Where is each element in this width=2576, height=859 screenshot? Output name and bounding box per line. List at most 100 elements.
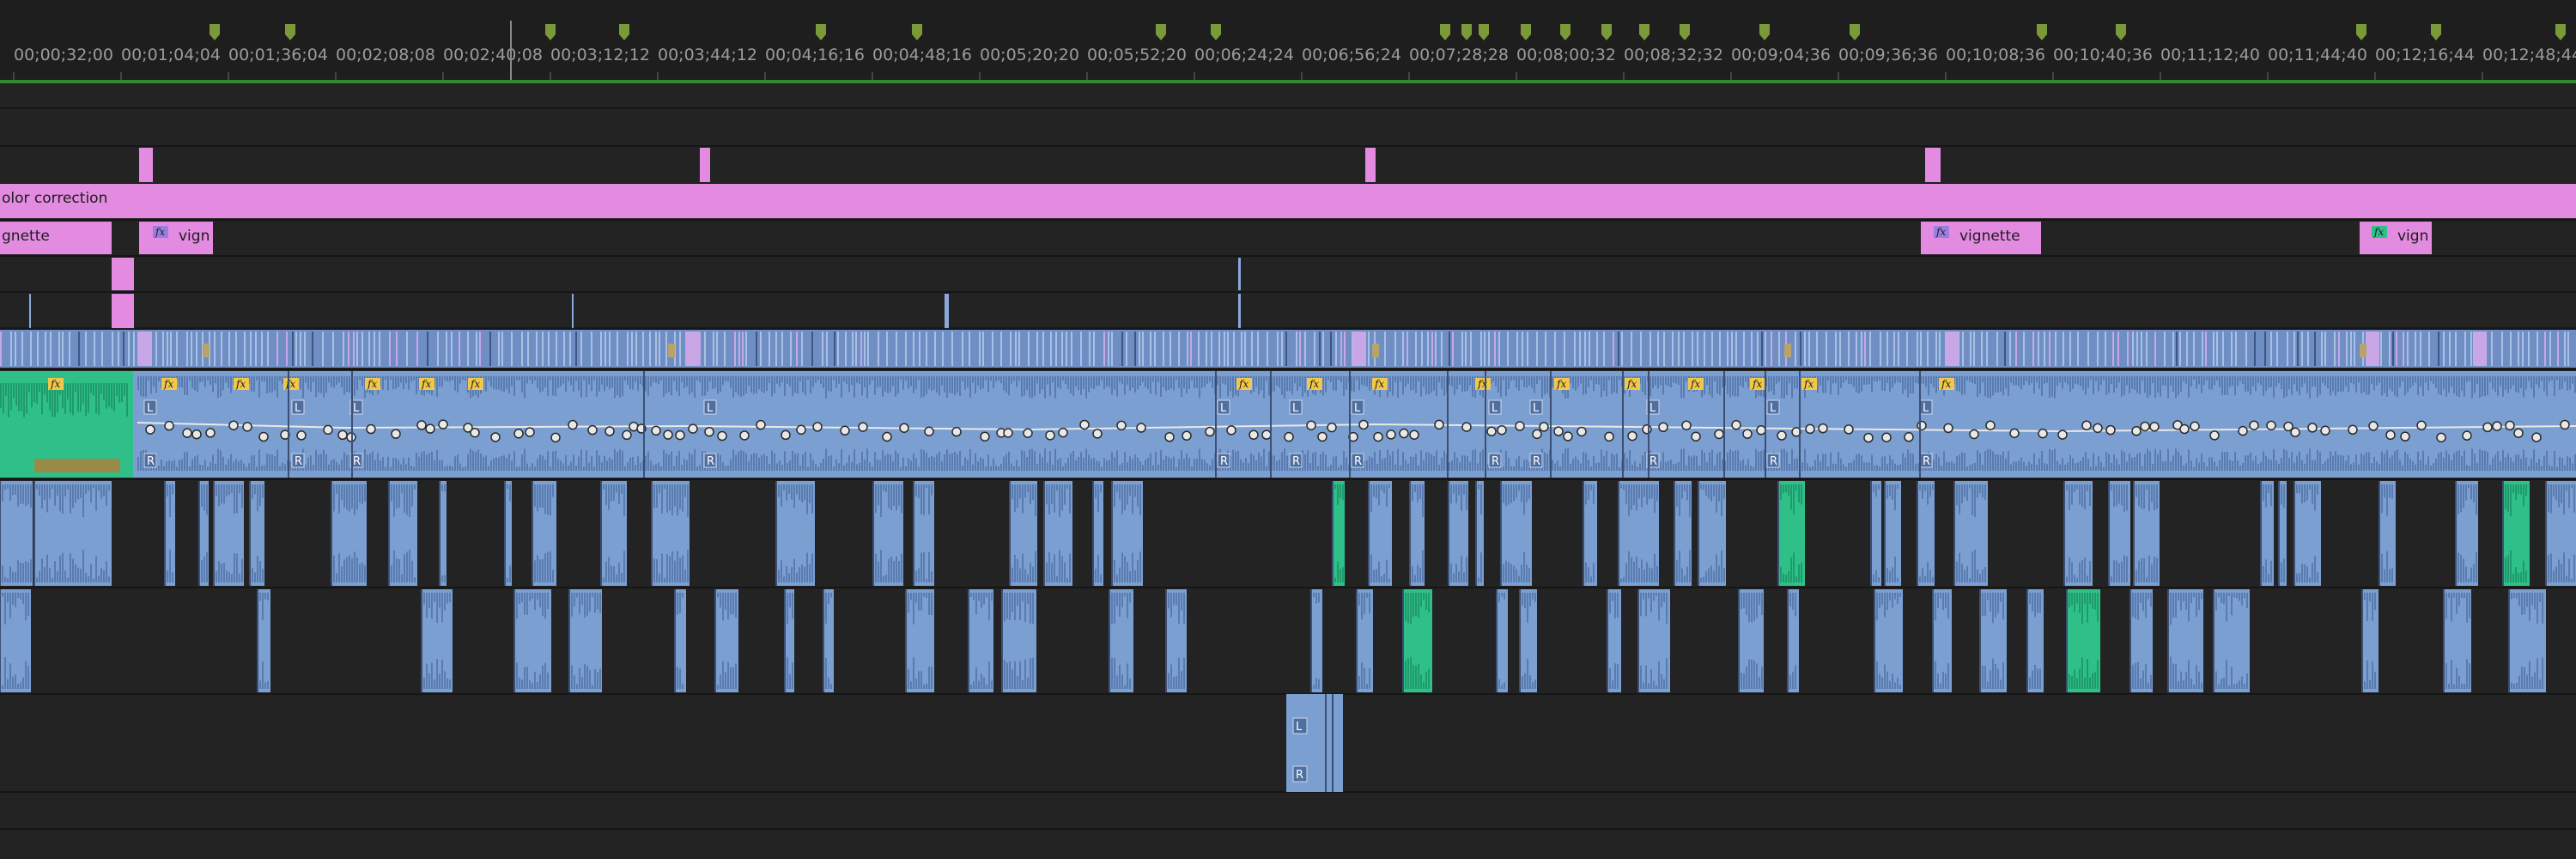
track-a1[interactable]: fx fx fx fx fx fx fx fx fx fx fx fx fx fx fx fxfxLRLRLR… (0, 371, 2576, 478)
volume-keyframe[interactable] (1003, 428, 1013, 438)
volume-keyframe[interactable] (1985, 420, 1996, 430)
video-clip[interactable] (1352, 332, 1366, 366)
audio-clip[interactable] (389, 481, 417, 586)
volume-keyframe[interactable] (470, 427, 480, 438)
volume-keyframe[interactable] (1358, 419, 1369, 430)
volume-keyframe[interactable] (688, 423, 698, 434)
volume-keyframe[interactable] (2190, 421, 2200, 432)
volume-keyframe[interactable] (858, 422, 868, 432)
volume-keyframe[interactable] (1092, 429, 1103, 439)
track-v7[interactable]: olor correction (0, 184, 2576, 218)
volume-keyframe[interactable] (1731, 420, 1741, 430)
volume-keyframe[interactable] (525, 427, 535, 437)
volume-keyframe[interactable] (2149, 422, 2160, 432)
volume-keyframe[interactable] (1399, 428, 1409, 439)
volume-keyframe[interactable] (1284, 431, 1294, 442)
audio-clip[interactable] (1871, 481, 1881, 586)
volume-keyframe[interactable] (2131, 426, 2142, 436)
volume-keyframe[interactable] (1045, 430, 1055, 441)
volume-keyframe[interactable] (2266, 420, 2276, 431)
volume-keyframe[interactable] (568, 419, 578, 430)
volume-keyframe[interactable] (1881, 432, 1892, 442)
volume-keyframe[interactable] (1642, 424, 1652, 435)
volume-keyframe[interactable] (1023, 428, 1033, 438)
volume-keyframe[interactable] (2140, 421, 2150, 432)
video-clip[interactable] (137, 332, 151, 366)
audio-clip[interactable] (2134, 481, 2160, 586)
volume-keyframe[interactable] (2307, 423, 2318, 433)
volume-keyframe[interactable] (2179, 423, 2190, 435)
volume-keyframe[interactable] (1681, 420, 1692, 430)
volume-keyframe[interactable] (2385, 430, 2396, 441)
audio-clip[interactable] (258, 589, 270, 692)
volume-keyframe[interactable] (1577, 426, 1587, 437)
volume-keyframe[interactable] (739, 430, 750, 441)
volume-keyframe[interactable] (2209, 430, 2220, 441)
volume-keyframe[interactable] (2038, 428, 2048, 439)
volume-keyframe[interactable] (1742, 429, 1753, 439)
volume-keyframe[interactable] (228, 420, 239, 430)
volume-keyframe[interactable] (2482, 422, 2493, 433)
volume-keyframe[interactable] (1805, 423, 1815, 435)
volume-keyframe[interactable] (1164, 432, 1175, 442)
volume-keyframe[interactable] (717, 430, 727, 442)
audio-clip[interactable] (1369, 481, 1392, 586)
volume-keyframe[interactable] (1434, 419, 1444, 430)
audio-clip[interactable] (823, 589, 834, 692)
adjustment-clip[interactable] (112, 294, 134, 328)
audio-clip[interactable] (2362, 589, 2379, 692)
volume-keyframe[interactable] (1486, 426, 1497, 437)
timeline-panel[interactable]: 00;00;32;00 00;01;04;04 00;01;36;04 00;02;0… (0, 0, 2576, 859)
volume-keyframe[interactable] (1373, 431, 1383, 442)
volume-keyframe[interactable] (2057, 430, 2068, 440)
volume-keyframe[interactable] (1116, 420, 1127, 431)
volume-keyframe[interactable] (205, 428, 216, 438)
volume-keyframe[interactable] (2009, 428, 2020, 439)
video-clip-strip[interactable] (0, 330, 2576, 368)
volume-keyframe[interactable] (2505, 420, 2515, 431)
volume-keyframe[interactable] (1226, 425, 1236, 436)
volume-keyframe[interactable] (1182, 430, 1192, 441)
work-area-bar[interactable] (0, 80, 2576, 83)
volume-keyframe[interactable] (796, 424, 806, 436)
volume-keyframe[interactable] (651, 425, 661, 436)
volume-keyframe[interactable] (366, 423, 376, 435)
volume-keyframe[interactable] (2531, 432, 2542, 442)
volume-keyframe[interactable] (1515, 421, 1525, 431)
volume-keyframe[interactable] (781, 430, 791, 441)
adjustment-clip[interactable] (1365, 148, 1376, 182)
audio-clip[interactable] (715, 589, 738, 692)
volume-keyframe[interactable] (1969, 429, 1979, 440)
volume-keyframe[interactable] (2093, 423, 2103, 434)
audio-clip[interactable] (906, 589, 934, 692)
volume-keyframe[interactable] (622, 430, 632, 441)
adjustment-clip-color-correction[interactable] (0, 184, 2576, 218)
volume-keyframe[interactable] (2400, 431, 2410, 442)
video-clip[interactable] (1945, 332, 1959, 366)
volume-keyframe[interactable] (1917, 420, 1927, 431)
volume-keyframe[interactable] (258, 431, 269, 442)
volume-keyframe[interactable] (337, 430, 348, 441)
video-clip[interactable] (945, 294, 949, 328)
volume-keyframe[interactable] (2238, 425, 2248, 436)
audio-clip[interactable] (440, 481, 447, 586)
volume-keyframe[interactable] (2560, 419, 2570, 430)
volume-keyframe[interactable] (513, 429, 524, 439)
volume-keyframe[interactable] (2416, 420, 2427, 431)
volume-keyframe[interactable] (1079, 419, 1090, 430)
volume-keyframe[interactable] (323, 424, 333, 436)
volume-keyframe[interactable] (490, 432, 501, 442)
volume-keyframe[interactable] (704, 426, 714, 437)
volume-keyframe[interactable] (1386, 430, 1396, 440)
volume-keyframe[interactable] (1317, 431, 1327, 442)
audio-clip[interactable] (1917, 481, 1935, 586)
volume-keyframe[interactable] (2105, 424, 2116, 436)
volume-keyframe[interactable] (1249, 430, 1259, 440)
volume-keyframe[interactable] (924, 426, 934, 436)
volume-keyframe[interactable] (1539, 422, 1549, 432)
volume-keyframe[interactable] (1306, 420, 1316, 430)
volume-keyframe[interactable] (1844, 424, 1854, 435)
volume-keyframe[interactable] (1461, 422, 1472, 432)
audio-clip[interactable] (2279, 481, 2287, 586)
volume-keyframe[interactable] (2290, 427, 2300, 438)
